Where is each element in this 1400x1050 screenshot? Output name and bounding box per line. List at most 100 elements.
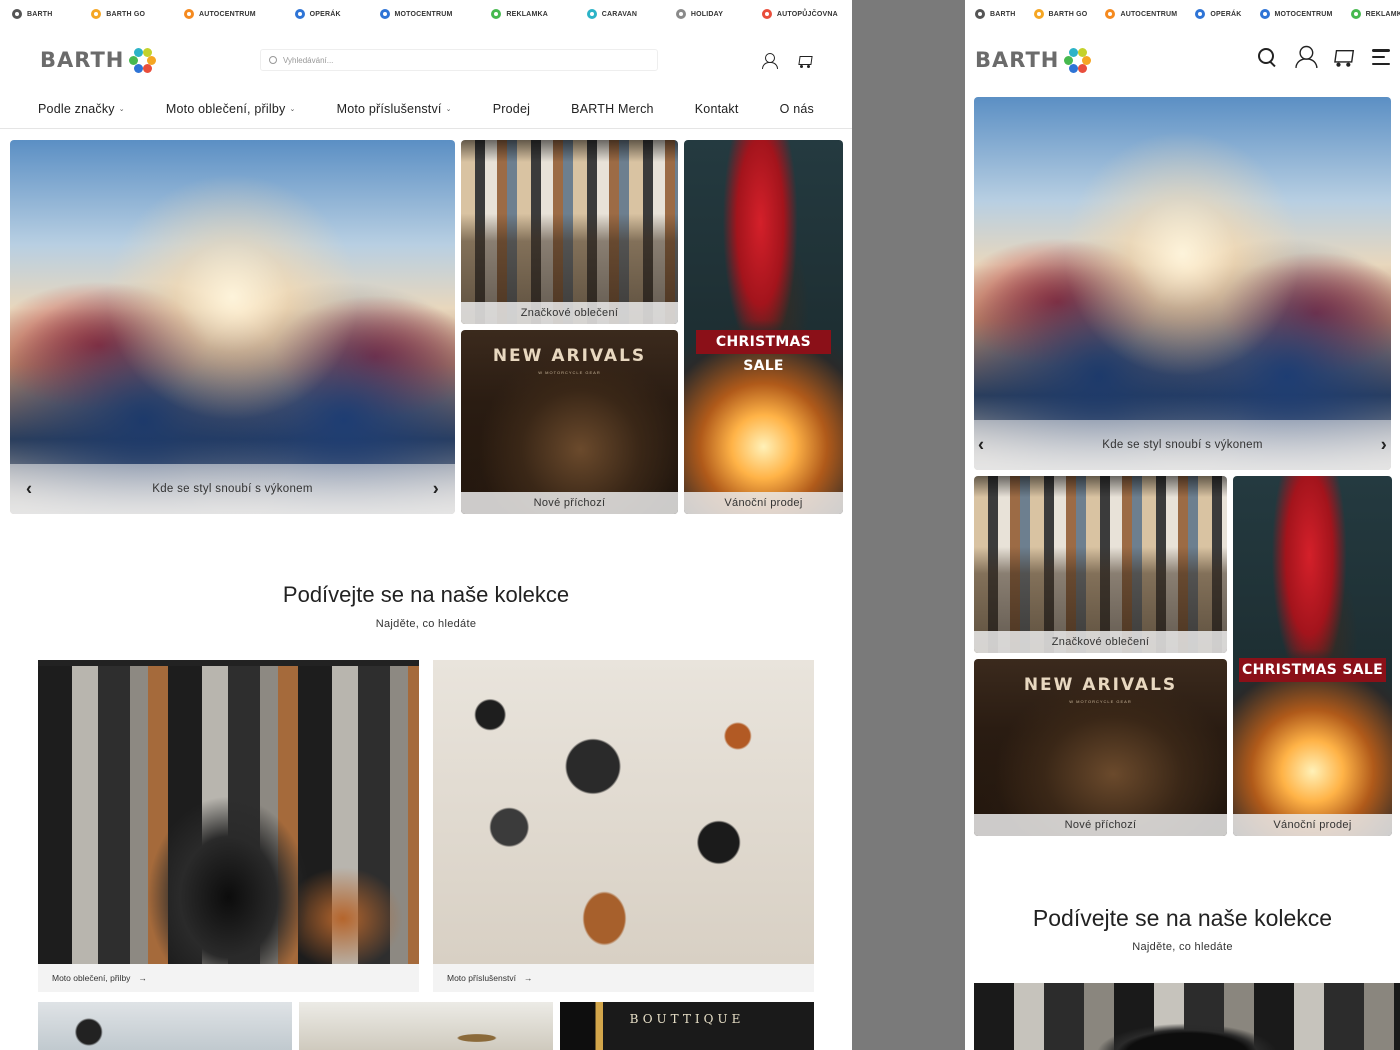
- brand-link-reklamka[interactable]: REKLAMKA: [491, 9, 548, 19]
- card-image: [38, 660, 419, 964]
- slider-prev-button[interactable]: ‹: [26, 479, 32, 500]
- nav-item-4[interactable]: Prodej: [493, 102, 530, 116]
- brand-flower-icon: [586, 9, 597, 19]
- nav-item-label: Moto oblečení, přilby: [165, 101, 286, 116]
- main-nav: Podle značky ⌄ Moto oblečení, přilby ⌄ Moto …: [0, 89, 852, 129]
- brand-flower-icon: [675, 9, 686, 19]
- brand-link-label: AUTOCENTRUM: [1120, 10, 1178, 18]
- arrow-right-icon: →: [138, 973, 147, 983]
- brand-link-label: MOTOCENTRUM: [394, 10, 453, 18]
- brand-link-caravan[interactable]: CARAVAN: [586, 9, 638, 19]
- slider-next-button[interactable]: ›: [1381, 435, 1387, 456]
- search-icon[interactable]: [1258, 48, 1276, 66]
- arrivals-title: NEW ARIVALS: [492, 346, 647, 366]
- hamburger-menu-icon[interactable]: [1372, 49, 1390, 65]
- logo[interactable]: BARTH: [40, 45, 157, 75]
- brand-flower-icon: [91, 9, 102, 19]
- collection-card-clothing[interactable]: Moto oblečení, přilby →: [38, 660, 419, 992]
- collection-card-car[interactable]: [38, 1002, 292, 1050]
- site-header: BARTH Vyhledávání...: [0, 31, 852, 89]
- nav-item-6[interactable]: Kontakt: [695, 102, 739, 116]
- hero-caption-bar: ‹ Kde se styl snoubí s výkonem ›: [974, 420, 1391, 470]
- collections-title: Podívejte se na naše kolekce: [282, 582, 570, 607]
- nav-item-3[interactable]: Moto příslušenství ⌄: [337, 102, 452, 116]
- brand-link-label: REKLAMKA: [1365, 10, 1400, 18]
- nav-item-label: O nás: [779, 101, 814, 116]
- brand-link-label: REKLAMKA: [506, 10, 548, 18]
- nav-item-7[interactable]: O nás: [780, 102, 814, 116]
- arrivals-subtitle: W MOTORCYCLE GEAR: [538, 370, 601, 375]
- arrivals-subtitle: W MOTORCYCLE GEAR: [1069, 699, 1132, 704]
- brand-link-label: BARTH: [27, 10, 53, 18]
- brand-link-label: BARTH: [990, 10, 1016, 18]
- logo[interactable]: BARTH: [975, 45, 1092, 75]
- brand-flower-icon: [491, 9, 502, 19]
- search-icon: [269, 56, 277, 64]
- mobile-view: BARTH BARTH GO AUTOCENTRUM OPERÁK MOTOCENTRU…: [965, 0, 1400, 1050]
- brand-link-oper-k[interactable]: OPERÁK: [1195, 9, 1241, 19]
- collection-card-merch[interactable]: [299, 1002, 553, 1050]
- header-icons: [1258, 45, 1390, 69]
- card-label[interactable]: Moto příslušenství →: [433, 964, 814, 992]
- search-placeholder: Vyhledávání...: [283, 55, 334, 65]
- tile-brand-clothing[interactable]: Značkové oblečení: [461, 140, 678, 324]
- nav-item-2[interactable]: Moto oblečení, přilby ⌄: [166, 102, 296, 116]
- brand-link-motocentrum[interactable]: MOTOCENTRUM: [379, 9, 453, 19]
- site-header: BARTH: [965, 31, 1400, 89]
- chevron-down-icon: ⌄: [445, 105, 452, 113]
- user-icon[interactable]: [762, 53, 778, 69]
- brand-flower-icon: [1350, 9, 1361, 19]
- brand-link-autocentrum[interactable]: AUTOCENTRUM: [183, 9, 256, 19]
- brand-link-label: CARAVAN: [601, 10, 638, 18]
- card-label[interactable]: Moto oblečení, přilby →: [38, 964, 419, 992]
- hero-slider[interactable]: ‹ Kde se styl snoubí s výkonem ›: [974, 97, 1391, 470]
- brand-flower-icon: [1105, 9, 1116, 19]
- brand-link-reklamka[interactable]: REKLAMKA: [1350, 9, 1400, 19]
- tile-christmas-sale[interactable]: CHRISTMAS SALE Vánoční prodej: [1233, 476, 1392, 836]
- nav-item-5[interactable]: BARTH Merch: [571, 102, 654, 116]
- brand-link-barth[interactable]: BARTH: [975, 9, 1016, 19]
- search-input[interactable]: Vyhledávání...: [260, 49, 658, 71]
- tile-new-arrivals[interactable]: NEW ARIVALS W MOTORCYCLE GEAR Nové přích…: [461, 330, 678, 514]
- nav-item-label: BARTH Merch: [571, 101, 654, 116]
- nav-item-label: Podle značky: [38, 101, 115, 116]
- card-label-text: Moto příslušenství: [447, 973, 516, 983]
- brand-link-autocentrum[interactable]: AUTOCENTRUM: [1105, 9, 1177, 19]
- slider-prev-button[interactable]: ‹: [978, 435, 984, 456]
- brand-link-holiday[interactable]: HOLIDAY: [675, 9, 723, 19]
- logo-flower-icon: [127, 45, 157, 75]
- cart-icon[interactable]: [796, 54, 812, 68]
- logo-text: BARTH: [40, 48, 125, 72]
- tile-caption: Značkové oblečení: [974, 631, 1227, 653]
- brand-link-barth-go[interactable]: BARTH GO: [91, 9, 145, 19]
- brand-link-oper-k[interactable]: OPERÁK: [294, 9, 341, 19]
- brand-link-label: BARTH GO: [106, 10, 146, 18]
- tile-caption: Vánoční prodej: [1233, 814, 1392, 836]
- hero-slider[interactable]: ‹ Kde se styl snoubí s výkonem ›: [10, 140, 455, 514]
- tile-brand-clothing[interactable]: Značkové oblečení: [974, 476, 1227, 653]
- slider-next-button[interactable]: ›: [433, 479, 439, 500]
- hero-caption: Kde se styl snoubí s výkonem: [1102, 439, 1263, 451]
- tile-caption: Vánoční prodej: [684, 492, 843, 514]
- cart-icon[interactable]: [1331, 47, 1353, 67]
- hero-caption-bar: ‹ Kde se styl snoubí s výkonem ›: [10, 464, 455, 514]
- tile-caption: Nové příchozí: [974, 814, 1227, 836]
- nav-item-label: Moto příslušenství: [336, 101, 442, 116]
- tile-christmas-sale[interactable]: CHRISTMAS SALE Vánoční prodej: [684, 140, 843, 514]
- brand-link-barth-go[interactable]: BARTH GO: [1033, 9, 1088, 19]
- tile-caption: Nové příchozí: [461, 492, 678, 514]
- collections-title: Podívejte se na naše kolekce: [1032, 905, 1333, 931]
- nav-item-1[interactable]: Podle značky ⌄: [38, 102, 125, 116]
- brand-link-autop-j-ovna[interactable]: AUTOPŮJČOVNA: [761, 9, 838, 19]
- collection-card-accessories[interactable]: Moto příslušenství →: [433, 660, 814, 992]
- brand-link-label: OPERÁK: [1210, 10, 1242, 18]
- nav-item-label: Prodej: [492, 101, 531, 116]
- collection-card-clothing[interactable]: [974, 983, 1400, 1050]
- tile-new-arrivals[interactable]: NEW ARIVALS W MOTORCYCLE GEAR Nové přích…: [974, 659, 1227, 836]
- collection-card-boutique[interactable]: BOUTTIQUE: [560, 1002, 814, 1050]
- brand-link-motocentrum[interactable]: MOTOCENTRUM: [1259, 9, 1333, 19]
- tile-caption: Značkové oblečení: [461, 302, 678, 324]
- brand-flower-icon: [761, 9, 772, 19]
- brand-link-barth[interactable]: BARTH: [12, 9, 53, 19]
- user-icon[interactable]: [1295, 45, 1318, 69]
